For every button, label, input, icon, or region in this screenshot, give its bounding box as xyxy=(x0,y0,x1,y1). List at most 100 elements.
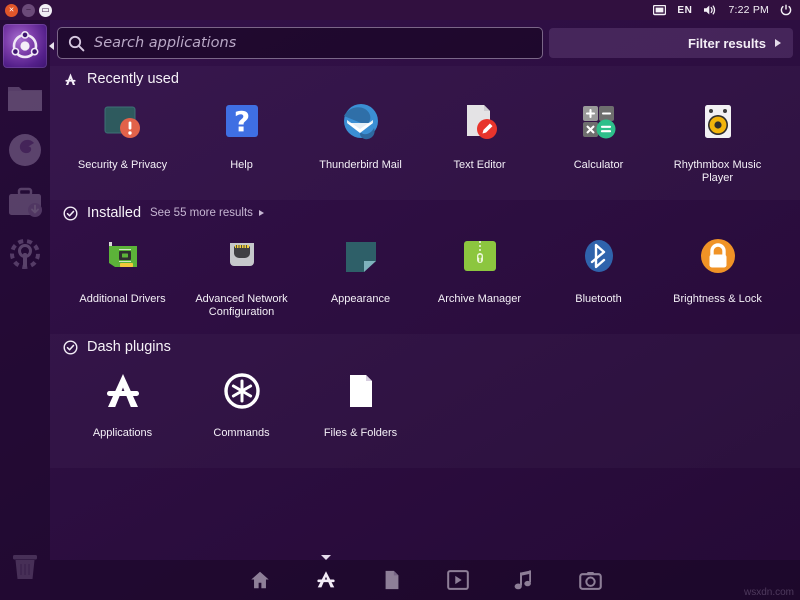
archive-zip-icon xyxy=(456,234,504,282)
app-tile-archive-manager[interactable]: Archive Manager xyxy=(420,226,539,319)
app-tile-files-and-folders-plugin[interactable]: Files & Folders xyxy=(301,360,420,440)
clock-indicator[interactable]: 7:22 PM xyxy=(728,4,769,16)
launcher-item-firefox[interactable] xyxy=(3,128,47,172)
window-maximize-button[interactable]: ▭ xyxy=(39,4,52,17)
filter-results-button[interactable]: Filter results xyxy=(549,28,793,58)
app-tile-brightness-and-lock[interactable]: Brightness & Lock xyxy=(658,226,777,319)
help-icon: ? xyxy=(218,100,266,148)
camera-icon xyxy=(579,571,602,590)
app-label: Help xyxy=(186,159,298,172)
file-manager-icon xyxy=(7,82,43,114)
window-close-button[interactable]: × xyxy=(5,4,18,17)
section-header-dash-plugins[interactable]: Dash plugins xyxy=(50,334,800,360)
check-circle-icon xyxy=(63,206,78,221)
search-icon xyxy=(68,35,85,52)
volume-icon xyxy=(703,4,717,16)
app-tile-rhythmbox-music-player[interactable]: Rhythmbox Music Player xyxy=(658,92,777,185)
home-icon xyxy=(249,569,271,591)
app-tile-help[interactable]: ? Help xyxy=(182,92,301,185)
section-title: Recently used xyxy=(87,71,179,87)
section-title: Dash plugins xyxy=(87,339,171,355)
app-label: Brightness & Lock xyxy=(662,293,774,306)
ethernet-port-icon xyxy=(218,234,266,282)
app-tile-appearance[interactable]: Appearance xyxy=(301,226,420,319)
section-installed: Installed See 55 more results xyxy=(50,200,800,319)
lens-home[interactable] xyxy=(247,567,273,593)
keyboard-layout-label: EN xyxy=(677,5,692,16)
app-tile-additional-drivers[interactable]: Additional Drivers xyxy=(63,226,182,319)
indicator-area: EN 7:22 PM xyxy=(653,4,800,16)
app-tile-applications-plugin[interactable]: Applications xyxy=(63,360,182,440)
app-label: Thunderbird Mail xyxy=(305,159,417,172)
app-tile-text-editor[interactable]: Text Editor xyxy=(420,92,539,185)
applications-lens-icon xyxy=(63,72,78,87)
top-panel: × − ▭ EN 7:22 PM xyxy=(0,0,800,20)
display-indicator[interactable] xyxy=(653,5,666,16)
briefcase-icon xyxy=(7,186,43,218)
app-grid-recently-used: Security & Privacy ? Help xyxy=(50,92,800,185)
app-tile-thunderbird-mail[interactable]: Thunderbird Mail xyxy=(301,92,420,185)
ubuntu-circle-of-friends-icon xyxy=(10,31,40,61)
section-recently-used: Recently used Security & Privacy xyxy=(50,66,800,185)
commands-asterisk-icon xyxy=(218,368,266,416)
lens-files[interactable] xyxy=(379,567,405,593)
watermark-text: wsxdn.com xyxy=(744,587,794,598)
window-minimize-button[interactable]: − xyxy=(22,4,35,17)
lens-applications[interactable] xyxy=(313,567,339,593)
maximize-icon: ▭ xyxy=(41,5,50,14)
app-tile-commands-plugin[interactable]: Commands xyxy=(182,360,301,440)
bluetooth-icon xyxy=(575,234,623,282)
file-page-icon xyxy=(382,569,402,591)
section-header-installed[interactable]: Installed See 55 more results xyxy=(50,200,800,226)
window-controls: × − ▭ xyxy=(0,4,52,17)
applications-lens-icon xyxy=(315,569,337,591)
app-label: Advanced Network Configuration xyxy=(186,293,298,319)
app-grid-installed: Additional Drivers Advanced Network Conf… xyxy=(50,226,800,319)
app-tile-security-and-privacy[interactable]: Security & Privacy xyxy=(63,92,182,185)
lens-video[interactable] xyxy=(445,567,471,593)
section-header-recently-used[interactable]: Recently used xyxy=(50,66,800,92)
svg-text:?: ? xyxy=(233,105,249,138)
see-more-results-link[interactable]: See 55 more results xyxy=(150,207,264,219)
padlock-icon xyxy=(694,234,742,282)
launcher-item-system-settings[interactable] xyxy=(3,232,47,276)
app-label: Appearance xyxy=(305,293,417,306)
app-tile-calculator[interactable]: Calculator xyxy=(539,92,658,185)
applications-lens-icon xyxy=(99,368,147,416)
section-title: Installed xyxy=(87,205,141,221)
app-label: Commands xyxy=(186,427,298,440)
text-editor-icon xyxy=(456,100,504,148)
launcher-item-software-center[interactable] xyxy=(3,180,47,224)
check-circle-icon xyxy=(63,340,78,355)
appearance-icon xyxy=(337,234,385,282)
chevron-right-icon xyxy=(775,39,781,47)
trash-icon xyxy=(8,549,42,583)
app-label: Bluetooth xyxy=(543,293,655,306)
file-page-icon xyxy=(337,368,385,416)
security-privacy-icon xyxy=(99,100,147,148)
clock-label: 7:22 PM xyxy=(728,4,769,16)
app-label: Security & Privacy xyxy=(67,159,179,172)
unity-launcher xyxy=(0,20,50,600)
lens-photos[interactable] xyxy=(577,567,603,593)
lens-music[interactable] xyxy=(511,567,537,593)
app-label: Applications xyxy=(67,427,179,440)
launcher-item-files-nautilus[interactable] xyxy=(3,76,47,120)
dash-search-row: Search applications Filter results xyxy=(57,26,793,60)
search-input[interactable]: Search applications xyxy=(57,27,543,59)
filter-results-label: Filter results xyxy=(688,36,766,51)
ubuntu-dash-icon xyxy=(3,24,47,68)
thunderbird-icon xyxy=(337,100,385,148)
app-tile-bluetooth[interactable]: Bluetooth xyxy=(539,226,658,319)
volume-indicator[interactable] xyxy=(703,4,717,16)
rhythmbox-icon xyxy=(694,100,742,148)
settings-wrench-icon xyxy=(8,237,42,271)
section-dash-plugins: Dash plugins Applications xyxy=(50,334,800,440)
app-label: Archive Manager xyxy=(424,293,536,306)
launcher-item-bfb-dash-home[interactable] xyxy=(3,24,47,68)
keyboard-layout-indicator[interactable]: EN xyxy=(677,5,692,16)
dash-panel: Search applications Filter results Recen… xyxy=(50,20,800,600)
launcher-item-trash[interactable] xyxy=(3,544,47,588)
session-power-indicator[interactable] xyxy=(780,4,792,16)
app-tile-advanced-network-configuration[interactable]: Advanced Network Configuration xyxy=(182,226,301,319)
